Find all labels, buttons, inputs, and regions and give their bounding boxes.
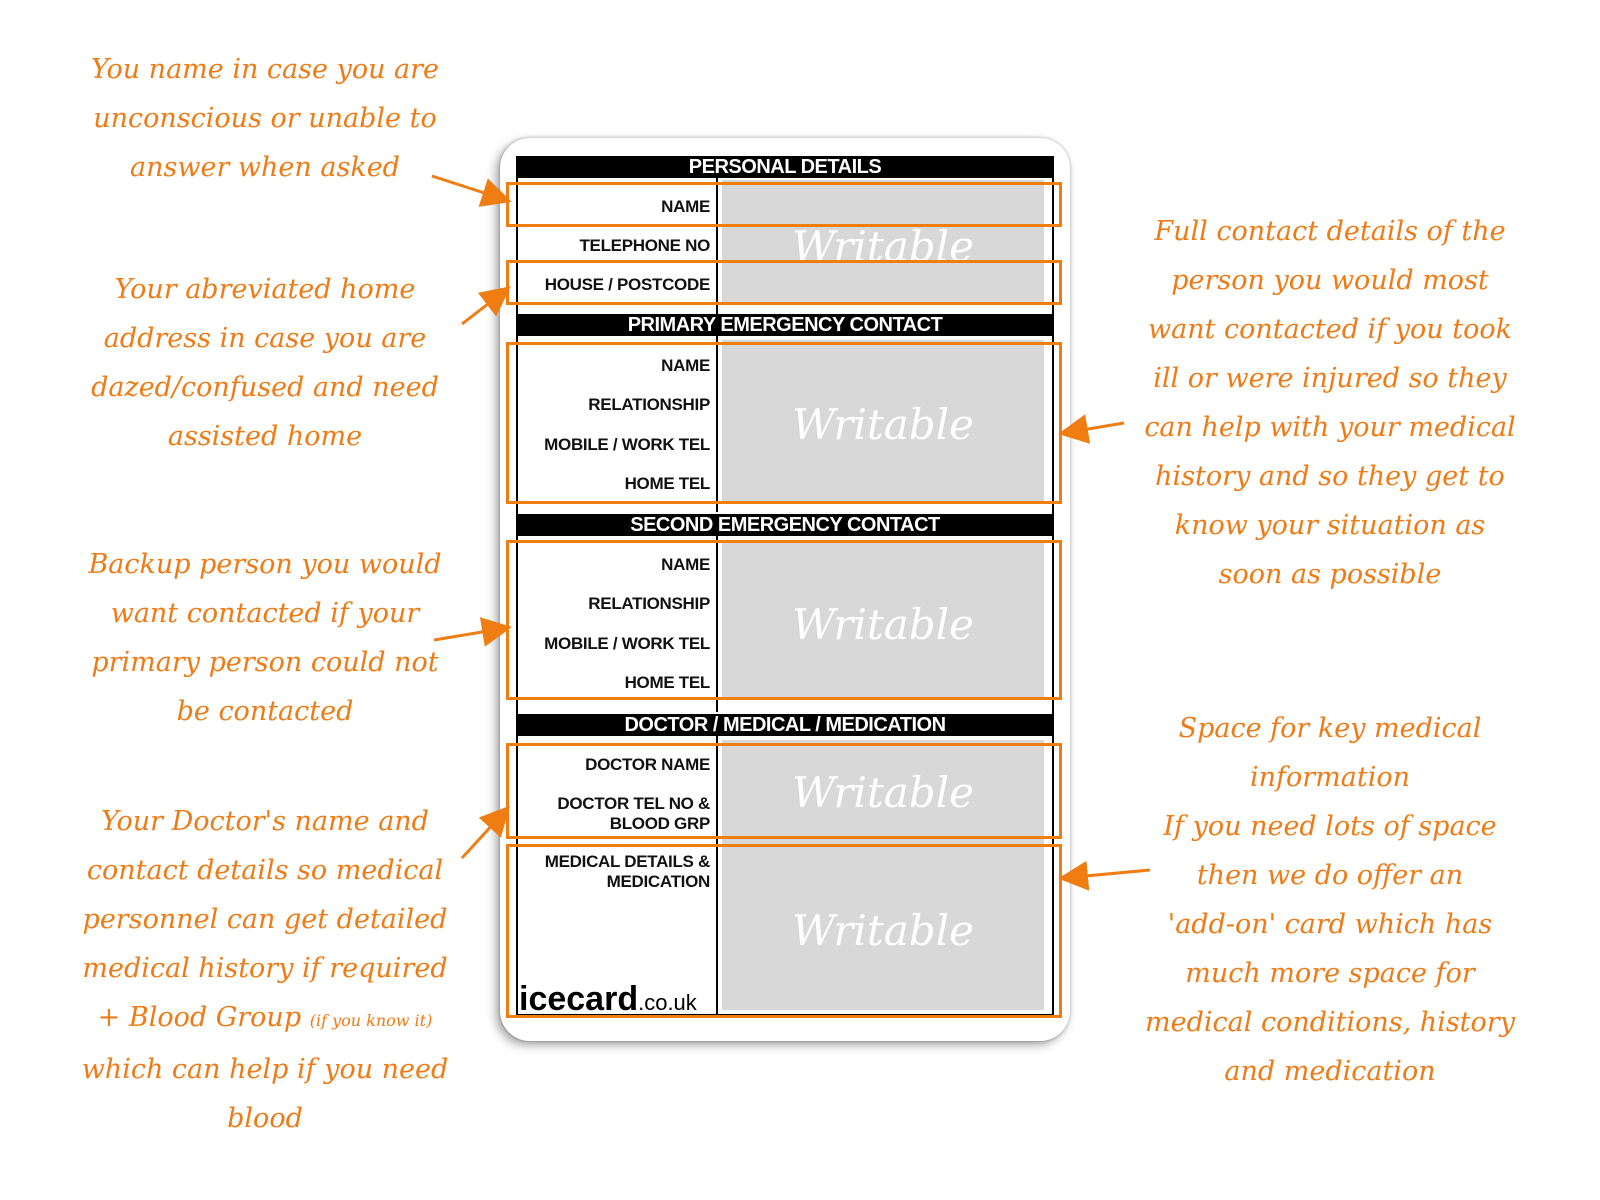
arrows-layer bbox=[431, 174, 1151, 891]
arrow-medical bbox=[1058, 860, 1151, 891]
arrow-name bbox=[431, 174, 512, 207]
arrow-doctor bbox=[460, 805, 511, 860]
arrow-backup bbox=[433, 617, 512, 647]
arrow-primary bbox=[1058, 414, 1125, 444]
arrow-address bbox=[461, 286, 511, 326]
